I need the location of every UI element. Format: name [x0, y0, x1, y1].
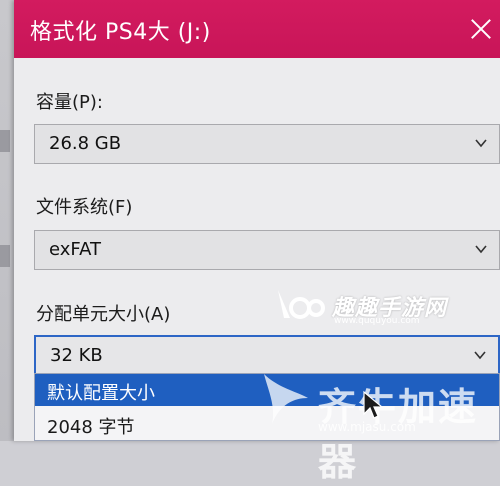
filesystem-select[interactable]: exFAT: [34, 230, 500, 270]
allocation-label: 分配单元大小(A): [36, 304, 171, 325]
format-dialog: 格式化 PS4大 (J:) 容量(P): 26.8 GB 文件系统(F) exF…: [14, 0, 500, 441]
capacity-label: 容量(P):: [36, 92, 103, 113]
chevron-down-icon[interactable]: [474, 349, 486, 361]
capacity-select[interactable]: 26.8 GB: [34, 124, 500, 164]
filesystem-value: exFAT: [49, 239, 102, 260]
background-window-fragment: [0, 245, 10, 267]
dialog-title: 格式化 PS4大 (J:): [30, 20, 211, 45]
filesystem-label: 文件系统(F): [36, 197, 133, 218]
site-watermark-url: www.ququyou.com: [334, 316, 420, 326]
background-window-fragment: [0, 130, 10, 152]
brand-logo-watermark: [264, 374, 308, 424]
chevron-down-icon[interactable]: [475, 137, 487, 149]
capacity-value: 26.8 GB: [49, 133, 122, 154]
brand-watermark-url: www.mjasu.com: [318, 420, 416, 434]
background-window-edge: [0, 0, 14, 441]
title-bar[interactable]: 格式化 PS4大 (J:): [14, 0, 500, 58]
mouse-cursor-icon: [363, 390, 384, 419]
close-icon[interactable]: [470, 18, 492, 40]
option-label: 默认配置大小: [47, 383, 155, 404]
chevron-down-icon[interactable]: [475, 243, 487, 255]
site-logo-watermark: [278, 290, 325, 319]
allocation-value: 32 KB: [50, 345, 103, 366]
option-label: 2048 字节: [47, 417, 135, 438]
